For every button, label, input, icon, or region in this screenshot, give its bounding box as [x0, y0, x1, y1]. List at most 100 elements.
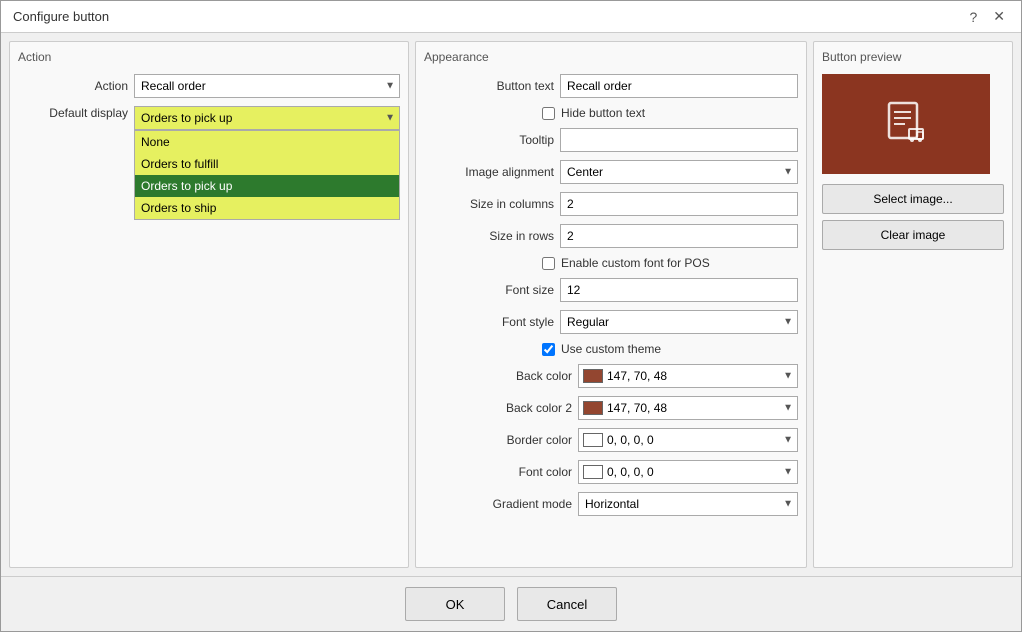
- dropdown-item-pickup[interactable]: Orders to pick up: [135, 175, 399, 197]
- use-custom-theme-label: Use custom theme: [561, 342, 661, 356]
- default-display-value: Orders to pick up: [141, 111, 232, 125]
- image-alignment-label: Image alignment: [424, 165, 554, 179]
- dropdown-item-fulfill[interactable]: Orders to fulfill: [135, 153, 399, 175]
- dropdown-item-none[interactable]: None: [135, 131, 399, 153]
- preview-section-title: Button preview: [822, 50, 1004, 64]
- size-columns-label: Size in columns: [424, 197, 554, 211]
- image-alignment-dropdown-wrapper: Center ▼: [560, 160, 798, 184]
- dialog-footer: OK Cancel: [1, 576, 1021, 631]
- enable-custom-font-checkbox[interactable]: [542, 257, 555, 270]
- default-display-dropdown-wrapper: Orders to pick up ▼ None Orders to fulfi…: [134, 106, 400, 130]
- tooltip-input[interactable]: [560, 128, 798, 152]
- font-style-label: Font style: [424, 315, 554, 329]
- default-display-arrow: ▼: [385, 113, 395, 124]
- gradient-mode-dropdown[interactable]: Horizontal ▼: [578, 492, 798, 516]
- action-dropdown-value: Recall order: [141, 79, 206, 93]
- action-panel: Action Action Recall order ▼ Default dis…: [9, 41, 409, 568]
- border-color-dropdown[interactable]: 0, 0, 0, 0 ▼: [578, 428, 798, 452]
- image-alignment-value: Center: [567, 165, 603, 179]
- back-color-label: Back color: [442, 369, 572, 383]
- font-style-row: Font style Regular ▼: [424, 310, 798, 334]
- appearance-form: Button text Hide button text Tooltip Ima…: [424, 74, 798, 516]
- enable-custom-font-label: Enable custom font for POS: [561, 256, 710, 270]
- help-button[interactable]: ?: [965, 8, 981, 25]
- default-display-label: Default display: [18, 106, 128, 120]
- border-color-value: 0, 0, 0, 0: [607, 433, 654, 447]
- font-style-arrow: ▼: [783, 317, 793, 328]
- back-color2-row: Back color 2 147, 70, 48 ▼: [442, 396, 798, 420]
- configure-button-dialog: Configure button ? ✕ Action Action Recal…: [0, 0, 1022, 632]
- cancel-button[interactable]: Cancel: [517, 587, 617, 621]
- hide-button-text-checkbox[interactable]: [542, 107, 555, 120]
- font-style-dropdown-wrapper: Regular ▼: [560, 310, 798, 334]
- dialog-title: Configure button: [13, 9, 109, 24]
- image-alignment-arrow: ▼: [783, 167, 793, 178]
- select-image-button[interactable]: Select image...: [822, 184, 1004, 214]
- gradient-mode-value: Horizontal: [585, 497, 639, 511]
- default-display-dropdown-list: None Orders to fulfill Orders to pick up…: [134, 130, 400, 220]
- border-color-select-wrapper: 0, 0, 0, 0 ▼: [578, 428, 798, 452]
- gradient-mode-arrow: ▼: [783, 499, 793, 510]
- image-alignment-row: Image alignment Center ▼: [424, 160, 798, 184]
- button-text-row: Button text: [424, 74, 798, 98]
- font-color-row: Font color 0, 0, 0, 0 ▼: [442, 460, 798, 484]
- back-color2-value: 147, 70, 48: [607, 401, 667, 415]
- image-alignment-dropdown[interactable]: Center ▼: [560, 160, 798, 184]
- close-button[interactable]: ✕: [989, 8, 1009, 25]
- tooltip-label: Tooltip: [424, 133, 554, 147]
- preview-icon: [881, 99, 931, 149]
- gradient-mode-row: Gradient mode Horizontal ▼: [442, 492, 798, 516]
- back-color2-select-wrapper: 147, 70, 48 ▼: [578, 396, 798, 420]
- back-color-arrow: ▼: [783, 371, 793, 382]
- dropdown-item-ship[interactable]: Orders to ship: [135, 197, 399, 219]
- back-color2-label: Back color 2: [442, 401, 572, 415]
- back-color-dropdown[interactable]: 147, 70, 48 ▼: [578, 364, 798, 388]
- font-size-input[interactable]: [560, 278, 798, 302]
- button-text-label: Button text: [424, 79, 554, 93]
- back-color2-arrow: ▼: [783, 403, 793, 414]
- font-color-dropdown[interactable]: 0, 0, 0, 0 ▼: [578, 460, 798, 484]
- size-columns-input[interactable]: [560, 192, 798, 216]
- font-color-swatch: [583, 465, 603, 479]
- font-size-label: Font size: [424, 283, 554, 297]
- font-style-value: Regular: [567, 315, 609, 329]
- default-display-row: Default display Orders to pick up ▼ None…: [18, 106, 400, 130]
- border-color-label: Border color: [442, 433, 572, 447]
- hide-button-text-label: Hide button text: [561, 106, 645, 120]
- border-color-row: Border color 0, 0, 0, 0 ▼: [442, 428, 798, 452]
- back-color2-dropdown[interactable]: 147, 70, 48 ▼: [578, 396, 798, 420]
- preview-panel: Button preview Select image... Clear ima…: [813, 41, 1013, 568]
- back-color-swatch: [583, 369, 603, 383]
- font-color-select-wrapper: 0, 0, 0, 0 ▼: [578, 460, 798, 484]
- clear-image-button[interactable]: Clear image: [822, 220, 1004, 250]
- button-text-input[interactable]: [560, 74, 798, 98]
- use-custom-theme-checkbox[interactable]: [542, 343, 555, 356]
- size-rows-label: Size in rows: [424, 229, 554, 243]
- gradient-mode-dropdown-wrapper: Horizontal ▼: [578, 492, 798, 516]
- font-color-value: 0, 0, 0, 0: [607, 465, 654, 479]
- action-dropdown[interactable]: Recall order ▼: [134, 74, 400, 98]
- gradient-mode-label: Gradient mode: [442, 497, 572, 511]
- font-style-dropdown[interactable]: Regular ▼: [560, 310, 798, 334]
- font-size-row: Font size: [424, 278, 798, 302]
- default-display-dropdown[interactable]: Orders to pick up ▼: [134, 106, 400, 130]
- enable-custom-font-row: Enable custom font for POS: [542, 256, 798, 270]
- use-custom-theme-row: Use custom theme: [542, 342, 798, 356]
- action-row: Action Recall order ▼: [18, 74, 400, 98]
- tooltip-row: Tooltip: [424, 128, 798, 152]
- font-color-label: Font color: [442, 465, 572, 479]
- action-label: Action: [18, 79, 128, 93]
- appearance-panel: Appearance Button text Hide button text …: [415, 41, 807, 568]
- hide-button-text-row: Hide button text: [542, 106, 798, 120]
- appearance-section-title: Appearance: [424, 50, 798, 64]
- font-color-arrow: ▼: [783, 467, 793, 478]
- back-color-select-wrapper: 147, 70, 48 ▼: [578, 364, 798, 388]
- border-color-arrow: ▼: [783, 435, 793, 446]
- size-rows-input[interactable]: [560, 224, 798, 248]
- dialog-body: Action Action Recall order ▼ Default dis…: [1, 33, 1021, 576]
- title-bar-buttons: ? ✕: [965, 8, 1009, 25]
- ok-button[interactable]: OK: [405, 587, 505, 621]
- action-dropdown-arrow: ▼: [385, 81, 395, 92]
- action-dropdown-wrapper: Recall order ▼: [134, 74, 400, 98]
- back-color-value: 147, 70, 48: [607, 369, 667, 383]
